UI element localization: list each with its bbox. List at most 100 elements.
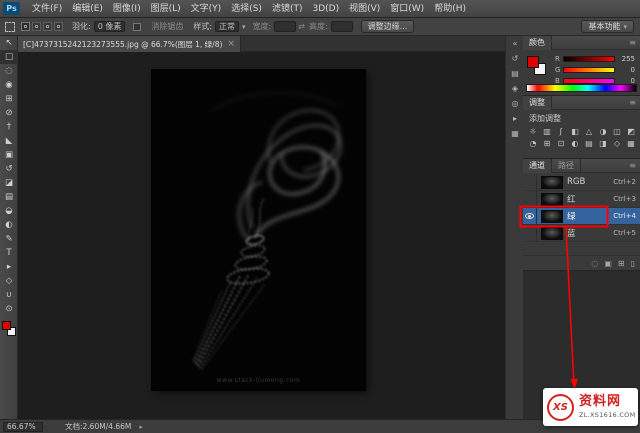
rectangular-marquee-tool[interactable]: □: [0, 50, 18, 64]
subtract-from-selection-icon[interactable]: [43, 22, 52, 31]
color-spectrum-bar[interactable]: [526, 84, 637, 92]
panel-menu-icon[interactable]: ≡: [629, 38, 636, 47]
channel-row-rgb[interactable]: RGB Ctrl+2: [523, 174, 640, 191]
blue-slider[interactable]: [563, 78, 615, 84]
menu-item-window[interactable]: 窗口(W): [385, 0, 429, 18]
selective-color-icon[interactable]: ◇: [610, 137, 624, 149]
levels-icon[interactable]: ▥: [540, 125, 554, 137]
eyedropper-tool[interactable]: ⊘: [0, 106, 18, 120]
channel-row-red[interactable]: 红 Ctrl+3: [523, 191, 640, 208]
crop-tool[interactable]: ⊞: [0, 92, 18, 106]
width-input[interactable]: [274, 21, 296, 32]
visibility-cell[interactable]: [523, 174, 537, 191]
antialias-checkbox[interactable]: [133, 23, 141, 31]
menu-item-3d[interactable]: 3D(D): [307, 0, 344, 18]
brightness-contrast-icon[interactable]: ☼: [526, 125, 540, 137]
move-tool[interactable]: ↖: [0, 36, 18, 50]
document-tab[interactable]: [C]4737315242123273555.jpg @ 66.7%(图层 1,…: [18, 36, 241, 52]
history-brush-tool[interactable]: ↺: [0, 162, 18, 176]
add-to-selection-icon[interactable]: [32, 22, 41, 31]
delete-channel-icon[interactable]: ▯: [631, 259, 635, 268]
posterize-icon[interactable]: ▤: [582, 137, 596, 149]
color-balance-icon[interactable]: ◫: [610, 125, 624, 137]
close-tab-icon[interactable]: ×: [227, 40, 235, 49]
exposure-icon[interactable]: ◧: [568, 125, 582, 137]
menu-item-select[interactable]: 选择(S): [226, 0, 267, 18]
visibility-cell[interactable]: [523, 225, 537, 242]
properties-panel-icon[interactable]: ▤: [506, 66, 524, 81]
invert-icon[interactable]: ◐: [568, 137, 582, 149]
vibrance-icon[interactable]: △: [582, 125, 596, 137]
quick-selection-tool[interactable]: ◉: [0, 78, 18, 92]
shape-tool[interactable]: ◇: [0, 274, 18, 288]
create-new-channel-icon[interactable]: ⊞: [618, 259, 625, 268]
menu-item-image[interactable]: 图像(I): [108, 0, 146, 18]
color-lookup-icon[interactable]: ⊡: [554, 137, 568, 149]
lasso-tool[interactable]: ◌: [0, 64, 18, 78]
height-input[interactable]: [331, 21, 353, 32]
menu-item-layer[interactable]: 图层(L): [146, 0, 186, 18]
channel-row-blue[interactable]: 蓝 Ctrl+5: [523, 225, 640, 242]
feather-input[interactable]: 0 像素: [94, 21, 126, 32]
black-white-icon[interactable]: ◩: [624, 125, 638, 137]
actions-panel-icon[interactable]: ▸: [506, 111, 524, 126]
type-tool[interactable]: T: [0, 246, 18, 260]
expand-panels-icon[interactable]: «: [506, 36, 524, 51]
hue-saturation-icon[interactable]: ◑: [596, 125, 610, 137]
channel-row-green[interactable]: 绿 Ctrl+4: [523, 208, 640, 225]
brush-tool[interactable]: ◣: [0, 134, 18, 148]
red-value[interactable]: 255: [615, 55, 635, 63]
clone-stamp-tool[interactable]: ▣: [0, 148, 18, 162]
path-selection-tool[interactable]: ▸: [0, 260, 18, 274]
green-slider[interactable]: [563, 67, 615, 73]
menu-item-edit[interactable]: 编辑(E): [67, 0, 108, 18]
red-slider[interactable]: [563, 56, 615, 62]
panel-menu-icon[interactable]: ≡: [629, 161, 636, 170]
channel-mixer-icon[interactable]: ⊞: [540, 137, 554, 149]
visibility-cell[interactable]: [523, 191, 537, 208]
visibility-eye-icon[interactable]: [525, 213, 534, 219]
tab-paths[interactable]: 路径: [552, 159, 581, 173]
refine-edge-button[interactable]: 调整边缘...: [361, 20, 415, 33]
styles-panel-icon[interactable]: ▦: [506, 126, 524, 141]
tab-channels[interactable]: 通道: [523, 159, 552, 173]
blur-tool[interactable]: ◒: [0, 204, 18, 218]
menu-item-type[interactable]: 文字(Y): [186, 0, 227, 18]
swap-dimensions-icon[interactable]: ⇄: [298, 22, 305, 31]
foreground-color-swatch[interactable]: [2, 321, 11, 330]
tab-color[interactable]: 颜色: [523, 36, 552, 50]
pen-tool[interactable]: ✎: [0, 232, 18, 246]
threshold-icon[interactable]: ◨: [596, 137, 610, 149]
intersect-selection-icon[interactable]: [54, 22, 63, 31]
new-selection-icon[interactable]: [21, 22, 30, 31]
document-image[interactable]: www.stack-liumong.com: [152, 70, 365, 390]
photo-filter-icon[interactable]: ◔: [526, 137, 540, 149]
menu-item-filter[interactable]: 滤镜(T): [267, 0, 308, 18]
navigator-panel-icon[interactable]: ◎: [506, 96, 524, 111]
spot-healing-brush-tool[interactable]: †: [0, 120, 18, 134]
menu-item-help[interactable]: 帮助(H): [429, 0, 471, 18]
zoom-tool[interactable]: ⊙: [0, 302, 18, 316]
green-value[interactable]: 0: [615, 66, 635, 74]
style-select[interactable]: 正常: [215, 21, 239, 32]
gradient-tool[interactable]: ▤: [0, 190, 18, 204]
curves-icon[interactable]: ʃ: [554, 125, 568, 137]
visibility-cell[interactable]: [523, 208, 537, 225]
status-options-arrow-icon[interactable]: ▸: [139, 423, 143, 431]
zoom-level-field[interactable]: 66.67%: [3, 422, 43, 432]
style-dropdown-icon[interactable]: ▾: [242, 23, 246, 31]
load-channel-selection-icon[interactable]: ◌: [591, 259, 598, 268]
menu-item-file[interactable]: 文件(F): [27, 0, 67, 18]
gradient-map-icon[interactable]: ▦: [624, 137, 638, 149]
menu-item-view[interactable]: 视图(V): [344, 0, 385, 18]
panel-foreground-swatch[interactable]: [527, 56, 539, 68]
eraser-tool[interactable]: ◪: [0, 176, 18, 190]
save-selection-as-channel-icon[interactable]: ▣: [604, 259, 612, 268]
history-panel-icon[interactable]: ↺: [506, 51, 524, 66]
panel-menu-icon[interactable]: ≡: [629, 98, 636, 107]
workspace-switcher-button[interactable]: 基本功能 ▾: [581, 20, 634, 33]
tab-adjustments[interactable]: 调整: [523, 96, 552, 110]
info-panel-icon[interactable]: ◈: [506, 81, 524, 96]
dodge-tool[interactable]: ◐: [0, 218, 18, 232]
hand-tool[interactable]: ∪: [0, 288, 18, 302]
